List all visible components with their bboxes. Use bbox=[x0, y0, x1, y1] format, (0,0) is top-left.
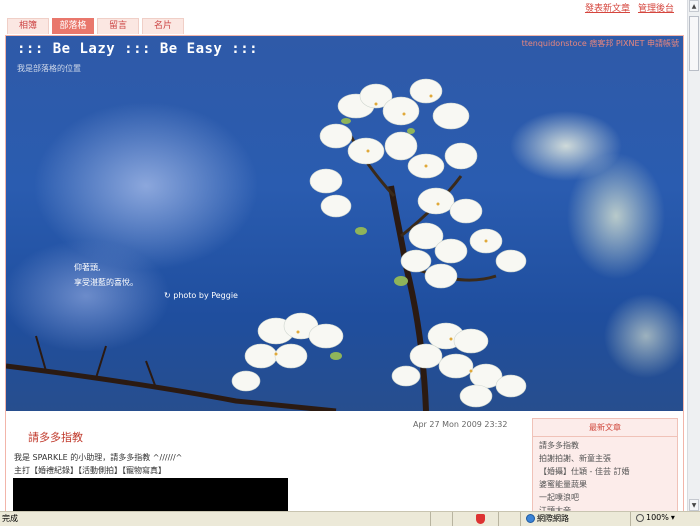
scroll-down-arrow-icon[interactable]: ▼ bbox=[689, 499, 699, 511]
top-bar: 發表新文章 管理後台 bbox=[0, 0, 688, 18]
recent-posts-list: 請多多指教 拍謝拍謝、新童主張 【婚攝】仕穎 - 佳芸 訂婚 婆蜜能量蔬果 一起… bbox=[533, 437, 677, 512]
tab-profile-card[interactable]: 名片 bbox=[142, 18, 184, 34]
browser-status-bar: 完成 網際網路 100% ▾ bbox=[0, 511, 700, 526]
site-subtitle: 我是部落格的位置 bbox=[17, 64, 81, 73]
quote-line-2: 享受湛藍的喜悅。 bbox=[74, 278, 138, 287]
globe-icon bbox=[526, 514, 535, 523]
quote-line-1: 仰著頭, bbox=[74, 263, 101, 272]
recent-post-item[interactable]: 婆蜜能量蔬果 bbox=[539, 478, 677, 491]
tab-blog[interactable]: 部落格 bbox=[52, 18, 94, 34]
status-divider bbox=[520, 512, 521, 526]
recent-post-item[interactable]: 【婚攝】仕穎 - 佳芸 訂婚 bbox=[539, 465, 677, 478]
status-divider bbox=[630, 512, 631, 526]
status-text: 完成 bbox=[2, 514, 18, 523]
banner-quote: 仰著頭, 享受湛藍的喜悅。 bbox=[74, 260, 138, 290]
admin-backend-link[interactable]: 管理後台 bbox=[638, 1, 674, 14]
post-text-line-1: 我是 SPARKLE 的小助理，請多多指教 ^//////^ bbox=[14, 453, 183, 462]
pixnet-links[interactable]: ttenquidonstoce 痞客邦 PIXNET 申請帳號 bbox=[522, 38, 679, 49]
recent-post-item[interactable]: 拍謝拍謝、新童主張 bbox=[539, 452, 677, 465]
post-date: Apr 27 Mon 2009 23:32 bbox=[413, 420, 508, 429]
tab-guestbook[interactable]: 留言 bbox=[97, 18, 139, 34]
post-text-line-2: 主打【婚禮紀錄】【活動側拍】【寵物寫真】 bbox=[14, 466, 166, 475]
magnifier-icon bbox=[636, 513, 644, 522]
tab-album[interactable]: 相簿 bbox=[7, 18, 49, 34]
new-post-link[interactable]: 發表新文章 bbox=[585, 1, 630, 14]
vertical-scrollbar[interactable]: ▲ ▼ bbox=[687, 0, 700, 511]
post-title[interactable]: 請多多指教 bbox=[28, 429, 83, 445]
zoom-control[interactable]: 100% ▾ bbox=[636, 513, 675, 522]
nav-tabs: 相簿 部落格 留言 名片 bbox=[7, 18, 184, 34]
zoom-level: 100% bbox=[646, 513, 669, 522]
blossom-photo bbox=[6, 78, 527, 411]
chevron-down-icon: ▾ bbox=[670, 513, 675, 522]
sidebar-title: 最新文章 bbox=[533, 419, 677, 437]
recent-post-item[interactable]: 一起噗浪吧 bbox=[539, 491, 677, 504]
photo-credit: ↻ photo by Peggie bbox=[164, 291, 238, 300]
header-banner: ::: Be Lazy ::: Be Easy ::: 我是部落格的位置 tte… bbox=[6, 36, 683, 411]
post-image bbox=[13, 478, 288, 512]
admin-links: 發表新文章 管理後台 bbox=[585, 1, 674, 14]
status-divider bbox=[430, 512, 431, 526]
site-title[interactable]: ::: Be Lazy ::: Be Easy ::: bbox=[17, 41, 258, 57]
recent-post-item[interactable]: 請多多指教 bbox=[539, 439, 677, 452]
scrollbar-thumb[interactable] bbox=[689, 16, 699, 71]
status-divider bbox=[452, 512, 453, 526]
status-divider bbox=[498, 512, 499, 526]
security-zone[interactable]: 網際網路 bbox=[526, 513, 569, 524]
recent-posts-sidebar: 最新文章 請多多指教 拍謝拍謝、新童主張 【婚攝】仕穎 - 佳芸 訂婚 婆蜜能量… bbox=[532, 418, 678, 512]
zone-label: 網際網路 bbox=[537, 514, 569, 523]
post-area: Apr 27 Mon 2009 23:32 請多多指教 我是 SPARKLE 的… bbox=[6, 411, 683, 512]
privacy-shield-icon[interactable] bbox=[476, 514, 485, 526]
scroll-up-arrow-icon[interactable]: ▲ bbox=[689, 0, 699, 12]
blog-frame: ::: Be Lazy ::: Be Easy ::: 我是部落格的位置 tte… bbox=[5, 35, 684, 513]
